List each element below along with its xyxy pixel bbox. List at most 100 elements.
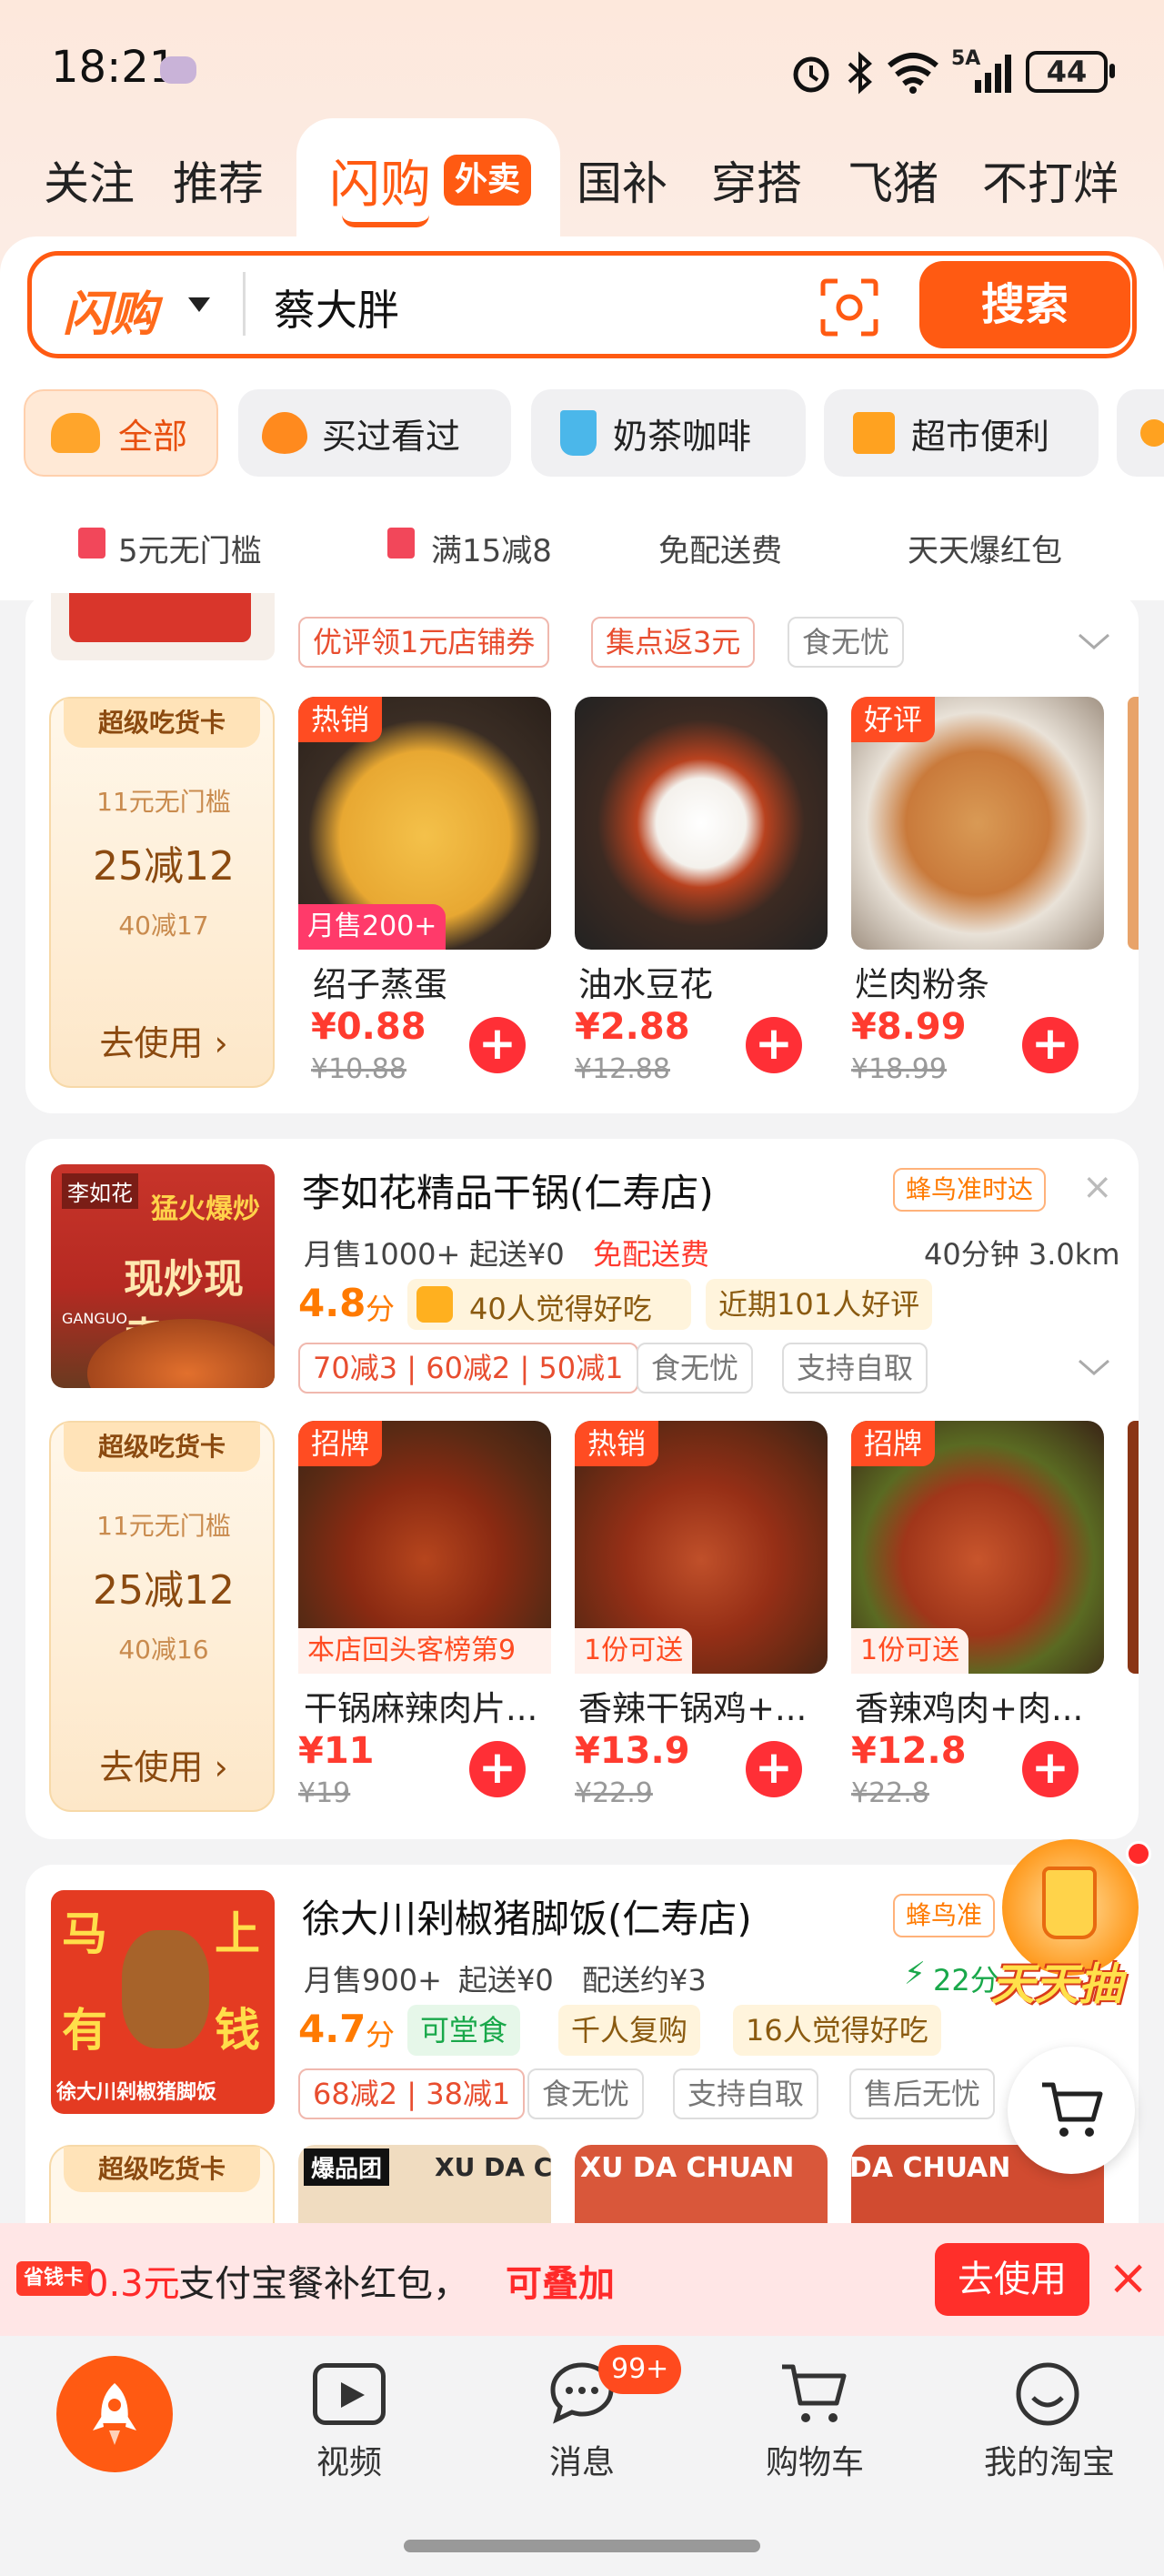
banner-use-button[interactable]: 去使用 <box>935 2243 1089 2316</box>
shop2-discounts[interactable]: 70减3 | 60减2 | 50减1 <box>298 1343 638 1394</box>
top-tabs: 关注 推荐 闪购 外卖 国补 穿搭 飞猪 不打烊 <box>0 136 1164 236</box>
add-to-cart-button[interactable]: + <box>746 1741 802 1797</box>
cart-icon[interactable] <box>777 2358 849 2430</box>
play-icon <box>341 2382 365 2408</box>
product-card[interactable]: 招牌 本店回头客榜第9 干锅麻辣肉片... ¥11 ¥19 + <box>298 1421 551 1812</box>
nav-messages-label[interactable]: 消息 <box>549 2436 615 2483</box>
shop2-tag-pickup[interactable]: 支持自取 <box>782 1343 928 1394</box>
expand-chevron-icon[interactable] <box>1077 631 1111 653</box>
shop3-tag-aftersale[interactable]: 售后无忧 <box>849 2068 996 2119</box>
shop1-tag-safe[interactable]: 食无忧 <box>788 617 905 668</box>
shop3-logo[interactable]: 马 上 有 钱 徐大川剁椒猪脚饭 <box>51 1890 275 2114</box>
shop3-super-card[interactable]: 超级吃货卡 <box>49 2145 275 2223</box>
shop2-logo-slogan1: 猛火爆炒 <box>151 1193 260 1225</box>
product-image[interactable]: 爆品团 XU DA CHUAN <box>298 2145 551 2223</box>
product-price: ¥0.88 <box>311 1006 426 1048</box>
lottery-float[interactable]: 天天抽 <box>991 1839 1151 2012</box>
tab-outfit[interactable]: 穿搭 <box>711 147 802 213</box>
chip-more[interactable] <box>1117 389 1164 477</box>
product-image[interactable] <box>575 697 828 950</box>
chip-all[interactable]: 全部 <box>24 389 218 477</box>
red-packet-icon <box>387 528 415 558</box>
search-box[interactable]: 闪购 蔡大胖 搜索 <box>27 251 1137 358</box>
product-card[interactable]: 热销 月售200+ 绍子蒸蛋 ¥0.88 ¥10.88 + <box>298 697 551 1088</box>
shop2-logo[interactable]: 李如花 猛火爆炒 现炒现卖 GANGUO <box>51 1164 275 1388</box>
shop1-logo-mark <box>69 593 251 642</box>
video-icon[interactable] <box>313 2363 386 2425</box>
scan-icon[interactable] <box>819 277 879 337</box>
product-image[interactable]: XU DA CHUAN <box>575 2145 828 2223</box>
super-card-use[interactable]: 去使用 › <box>51 1739 276 1789</box>
shop3-tag-safe[interactable]: 食无忧 <box>527 2068 645 2119</box>
nav-cart-label[interactable]: 购物车 <box>766 2436 864 2483</box>
product-card[interactable]: 招牌 1份可送 香辣鸡肉+肉... ¥12.8 ¥22.8 + <box>851 1421 1104 1812</box>
home-indicator <box>404 2540 760 2552</box>
shop3-name[interactable]: 徐大川剁椒猪脚饭(仁寿店) <box>302 1888 752 1944</box>
shop2-super-card[interactable]: 超级吃货卡 11元无门槛 25减12 40减16 去使用 › <box>49 1421 275 1812</box>
chip-tea-coffee[interactable]: 奶茶咖啡 <box>531 389 806 477</box>
chip-supermarket[interactable]: 超市便利 <box>824 389 1099 477</box>
close-icon[interactable]: × <box>1082 1166 1113 1208</box>
chevron-down-icon[interactable] <box>186 294 212 316</box>
shop2-logo-ganguo: GANGUO <box>62 1310 128 1327</box>
chip-all-label: 全部 <box>118 416 188 457</box>
subsidy-banner[interactable]: 省钱卡 0.3元 支付宝餐补红包， 可叠加 去使用 × <box>0 2223 1164 2336</box>
product-card[interactable]: 好评 烂肉粉条 ¥8.99 ¥18.99 + <box>851 697 1104 1088</box>
promo-daily-packet[interactable]: 天天爆红包 <box>908 526 1062 570</box>
chip-bought-viewed[interactable]: 买过看过 <box>238 389 511 477</box>
search-input[interactable]: 蔡大胖 <box>274 277 399 337</box>
product-name[interactable]: 烂肉粉条 <box>855 957 1109 1006</box>
search-button[interactable]: 搜索 <box>919 261 1130 348</box>
search-scope[interactable]: 闪购 <box>63 276 157 344</box>
shop2-recent-praise: 近期101人好评 <box>706 1279 933 1330</box>
promo-free-delivery[interactable]: 免配送费 <box>658 526 782 570</box>
cup-icon <box>560 410 597 456</box>
shop2-rating-unit: 分 <box>366 1292 396 1326</box>
nav-home-button[interactable] <box>56 2356 173 2472</box>
shop2-tag-safe[interactable]: 食无忧 <box>637 1343 754 1394</box>
product-name[interactable]: 干锅麻辣肉片... <box>304 1681 558 1730</box>
promo-discount[interactable]: 满15减8 <box>431 526 552 570</box>
add-to-cart-button[interactable]: + <box>1022 1017 1079 1073</box>
close-icon[interactable]: × <box>1108 2249 1149 2306</box>
nav-video-label[interactable]: 视频 <box>316 2436 382 2483</box>
expand-chevron-icon[interactable] <box>1077 1357 1111 1379</box>
product-card[interactable]: 热销 1份可送 香辣干锅鸡+... ¥13.9 ¥22.9 + <box>575 1421 828 1812</box>
product-name[interactable]: 油水豆花 <box>578 957 833 1006</box>
tab-takeout-badge[interactable]: 外卖 <box>444 155 532 206</box>
shop1-tag-points[interactable]: 集点返3元 <box>591 617 756 668</box>
product-name[interactable]: 香辣干锅鸡+... <box>578 1681 833 1730</box>
product-name[interactable]: 绍子蒸蛋 <box>313 957 567 1006</box>
product-price: ¥11 <box>298 1730 375 1772</box>
shop1-tag-coupon[interactable]: 优评领1元店铺券 <box>298 617 550 668</box>
super-card-use-label: 去使用 <box>99 1747 204 1787</box>
floating-cart-button[interactable] <box>1008 2047 1135 2174</box>
shop2-name[interactable]: 李如花精品干锅(仁寿店) <box>302 1162 714 1218</box>
shop3-logo-char2: 上 <box>215 1907 260 1960</box>
shop3-tag-pickup[interactable]: 支持自取 <box>673 2068 819 2119</box>
tab-follow[interactable]: 关注 <box>44 147 135 213</box>
cup-icon <box>1042 1867 1097 1939</box>
notification-icon <box>160 56 196 84</box>
profile-face-icon[interactable] <box>1011 2358 1084 2430</box>
add-to-cart-button[interactable]: + <box>746 1017 802 1073</box>
product-old-price: ¥19 <box>298 1777 351 1809</box>
shop2-rating: 4.8 <box>298 1281 366 1325</box>
tab-flash-buy[interactable]: 闪购 <box>329 144 431 217</box>
nav-mine-label[interactable]: 我的淘宝 <box>984 2436 1115 2483</box>
super-card-main: 25减12 <box>93 843 235 890</box>
add-to-cart-button[interactable]: + <box>469 1017 526 1073</box>
shop3-discounts[interactable]: 68减2 | 38减1 <box>298 2068 526 2119</box>
tab-fliggy[interactable]: 飞猪 <box>848 147 938 213</box>
add-to-cart-button[interactable]: + <box>1022 1741 1079 1797</box>
tab-always-open[interactable]: 不打烊 <box>982 147 1119 213</box>
add-to-cart-button[interactable]: + <box>469 1741 526 1797</box>
product-card[interactable]: 油水豆花 ¥2.88 ¥12.88 + <box>575 697 828 1088</box>
promo-no-threshold[interactable]: 5元无门槛 <box>118 526 262 570</box>
super-card-use[interactable]: 去使用 › <box>51 1015 276 1065</box>
tab-recommend[interactable]: 推荐 <box>173 147 264 213</box>
tab-subsidy[interactable]: 国补 <box>577 147 667 213</box>
shop1-super-card[interactable]: 超级吃货卡 11元无门槛 25减12 40减17 去使用 › <box>49 697 275 1088</box>
shop3-dine-in: 可堂食 <box>407 2005 521 2056</box>
product-name[interactable]: 香辣鸡肉+肉... <box>855 1681 1109 1730</box>
